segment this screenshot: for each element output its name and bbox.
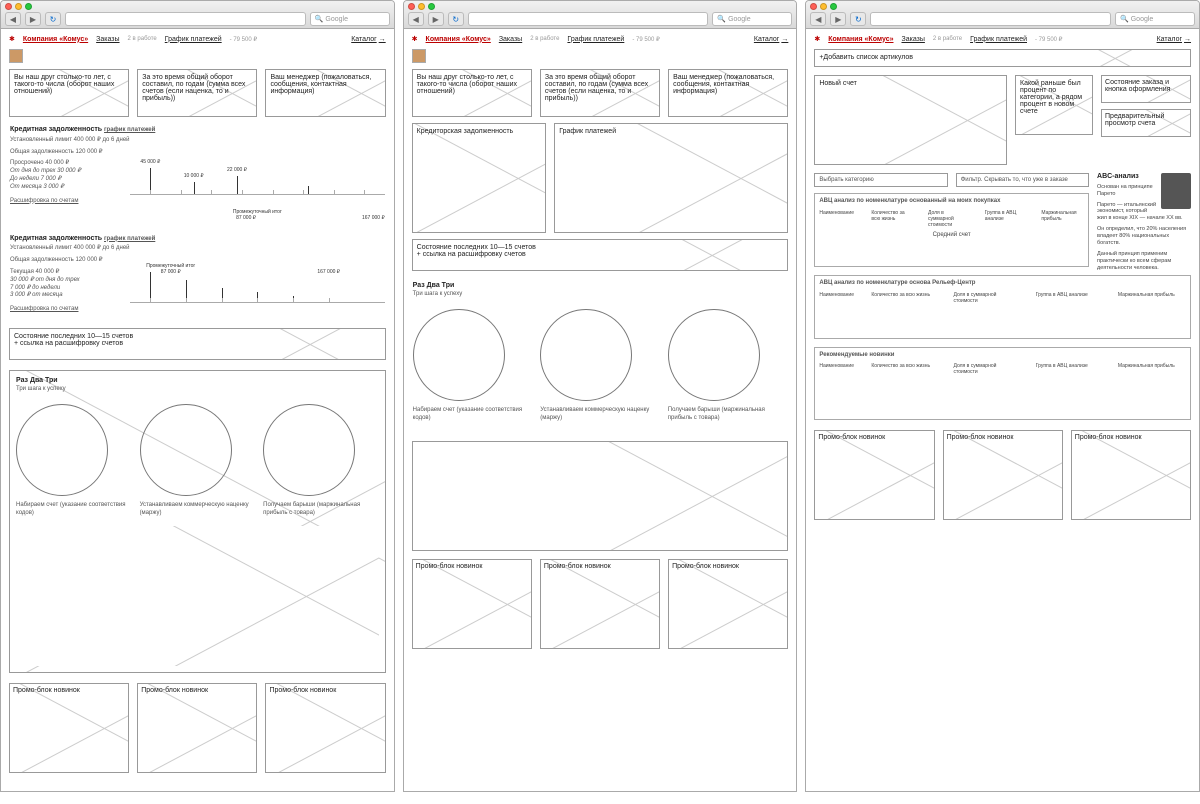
card-friend: Вы наш друг столько-то лет, с такого-то … bbox=[9, 69, 129, 117]
address-bar[interactable] bbox=[468, 12, 709, 26]
promo-1: Промо-блок новинок bbox=[9, 683, 129, 773]
zoom-window[interactable] bbox=[25, 3, 32, 10]
pareto-portrait bbox=[1161, 173, 1191, 209]
catalog-link[interactable]: Каталог → bbox=[1157, 36, 1191, 43]
catalog-link[interactable]: Каталог → bbox=[754, 36, 788, 43]
browser-window-2: ◀ ▶ ↻ 🔍 Google ✱ Компания «Комус» Заказы… bbox=[403, 0, 798, 792]
decode-link[interactable]: Расшифровка по счетам bbox=[10, 198, 120, 206]
zoom-window[interactable] bbox=[830, 3, 837, 10]
back-button[interactable]: ◀ bbox=[5, 12, 21, 26]
search-field[interactable]: 🔍 Google bbox=[1115, 12, 1195, 26]
address-bar[interactable] bbox=[870, 12, 1111, 26]
orders-link[interactable]: Заказы bbox=[96, 36, 119, 43]
abc-explainer: ABC-анализ Основан на принципе Парето Па… bbox=[1097, 173, 1191, 275]
schedule-link[interactable]: график платежей bbox=[104, 127, 155, 133]
payments-link[interactable]: График платежей bbox=[970, 36, 1027, 43]
step-1-circle bbox=[16, 404, 108, 496]
payments-link[interactable]: График платежей bbox=[567, 36, 624, 43]
brand-link[interactable]: Компания «Комус» bbox=[23, 36, 88, 43]
promo-3: Промо-блок новинок bbox=[265, 683, 385, 773]
recommendations: Рекомендуемые новинки Наименование Колич… bbox=[814, 347, 1191, 421]
order-state[interactable]: Состояние заказа и кнопка оформления bbox=[1101, 75, 1191, 103]
promo-1: Промо-блок новинок bbox=[412, 559, 532, 649]
address-bar[interactable] bbox=[65, 12, 306, 26]
browser-chrome: ◀ ▶ ↻ 🔍 Google bbox=[1, 1, 394, 29]
close-window[interactable] bbox=[810, 3, 817, 10]
avatar[interactable] bbox=[9, 49, 23, 63]
last-invoices: Состояние последних 10—15 счетов + ссылк… bbox=[9, 328, 386, 360]
steps-block: Раз Два Три Три шага к успеху Набираем с… bbox=[9, 370, 386, 672]
card-manager: Ваш менеджер (пожаловаться, сообщения, к… bbox=[265, 69, 385, 117]
search-field[interactable]: 🔍 Google bbox=[712, 12, 792, 26]
creditor-debt: Кредиторская задолженность bbox=[412, 123, 547, 233]
browser-window-1: ◀ ▶ ↻ 🔍 Google ✱ Компания «Комус» Заказы… bbox=[0, 0, 395, 792]
promo-1: Промо-блок новинок bbox=[814, 430, 934, 520]
catalog-link[interactable]: Каталог → bbox=[351, 36, 385, 43]
new-invoice-block: Новый счет bbox=[814, 75, 1007, 165]
step-2-circle bbox=[140, 404, 232, 496]
forward-button[interactable]: ▶ bbox=[25, 12, 41, 26]
orders-link[interactable]: Заказы bbox=[901, 36, 924, 43]
reload-button[interactable]: ↻ bbox=[850, 12, 866, 26]
search-field[interactable]: 🔍 Google bbox=[310, 12, 390, 26]
debt-section-1: Кредитная задолженность график платежей … bbox=[9, 123, 386, 224]
reload-button[interactable]: ↻ bbox=[45, 12, 61, 26]
close-window[interactable] bbox=[408, 3, 415, 10]
card-manager: Ваш менеджер (пожаловаться, сообщения, к… bbox=[668, 69, 788, 117]
close-window[interactable] bbox=[5, 3, 12, 10]
payments-link[interactable]: График платежей bbox=[165, 36, 222, 43]
add-articles[interactable]: +Добавить список артикулов bbox=[814, 49, 1191, 67]
step-3-circle bbox=[263, 404, 355, 496]
zoom-window[interactable] bbox=[428, 3, 435, 10]
debt-section-2: Кредитная задолженность график платежей … bbox=[9, 232, 386, 321]
reload-button[interactable]: ↻ bbox=[448, 12, 464, 26]
invoice-preview[interactable]: Предварительный просмотр счета bbox=[1101, 109, 1191, 137]
card-friend: Вы наш друг столько-то лет, с такого-то … bbox=[412, 69, 532, 117]
brand-link[interactable]: Компания «Комус» bbox=[426, 36, 491, 43]
top-nav: ✱ Компания «Комус» Заказы 2 в работе Гра… bbox=[9, 35, 386, 43]
debt-timeline-1: 45 000 ₽ 10 000 ₽ 22 000 ₽ bbox=[130, 149, 385, 209]
payment-schedule-block: График платежей bbox=[554, 123, 788, 233]
forward-button[interactable]: ▶ bbox=[830, 12, 846, 26]
avatar[interactable] bbox=[412, 49, 426, 63]
promo-2: Промо-блок новинок bbox=[137, 683, 257, 773]
step-3-circle bbox=[668, 309, 760, 401]
orders-link[interactable]: Заказы bbox=[499, 36, 522, 43]
debt-timeline-2: Промежуточный итог 87 000 ₽ 167 000 ₽ bbox=[130, 257, 385, 317]
filter-field[interactable]: Фильтр. Скрывать то, что уже в заказе bbox=[956, 173, 1089, 187]
schedule-link-2[interactable]: график платежей bbox=[104, 236, 155, 242]
abc-block-1: АВЦ анализ по номенклатуре основанный на… bbox=[814, 193, 1089, 267]
last-invoices: Состояние последних 10—15 счетов + ссылк… bbox=[412, 239, 789, 271]
minimize-window[interactable] bbox=[15, 3, 22, 10]
forward-button[interactable]: ▶ bbox=[428, 12, 444, 26]
promo-3: Промо-блок новинок bbox=[1071, 430, 1191, 520]
promo-2: Промо-блок новинок bbox=[540, 559, 660, 649]
brand-link[interactable]: Компания «Комус» bbox=[828, 36, 893, 43]
large-placeholder bbox=[412, 441, 789, 551]
back-button[interactable]: ◀ bbox=[408, 12, 424, 26]
browser-window-3: ◀ ▶ ↻ 🔍 Google ✱ Компания «Комус» Заказы… bbox=[805, 0, 1200, 792]
minimize-window[interactable] bbox=[418, 3, 425, 10]
choose-category[interactable]: Выбрать категорию bbox=[814, 173, 947, 187]
abc-block-2: АВЦ анализ по номенклатуре основа Рельеф… bbox=[814, 275, 1191, 339]
decode-link-2[interactable]: Расшифровка по счетам bbox=[10, 306, 120, 314]
back-button[interactable]: ◀ bbox=[810, 12, 826, 26]
step-1-circle bbox=[413, 309, 505, 401]
card-turnover: За это время общий оборот составил, по г… bbox=[137, 69, 257, 117]
step-2-circle bbox=[540, 309, 632, 401]
promo-3: Промо-блок новинок bbox=[668, 559, 788, 649]
percent-note: Какой раньше был процент по категории, а… bbox=[1015, 75, 1093, 135]
minimize-window[interactable] bbox=[820, 3, 827, 10]
card-turnover: За это время общий оборот составил, по г… bbox=[540, 69, 660, 117]
promo-2: Промо-блок новинок bbox=[943, 430, 1063, 520]
